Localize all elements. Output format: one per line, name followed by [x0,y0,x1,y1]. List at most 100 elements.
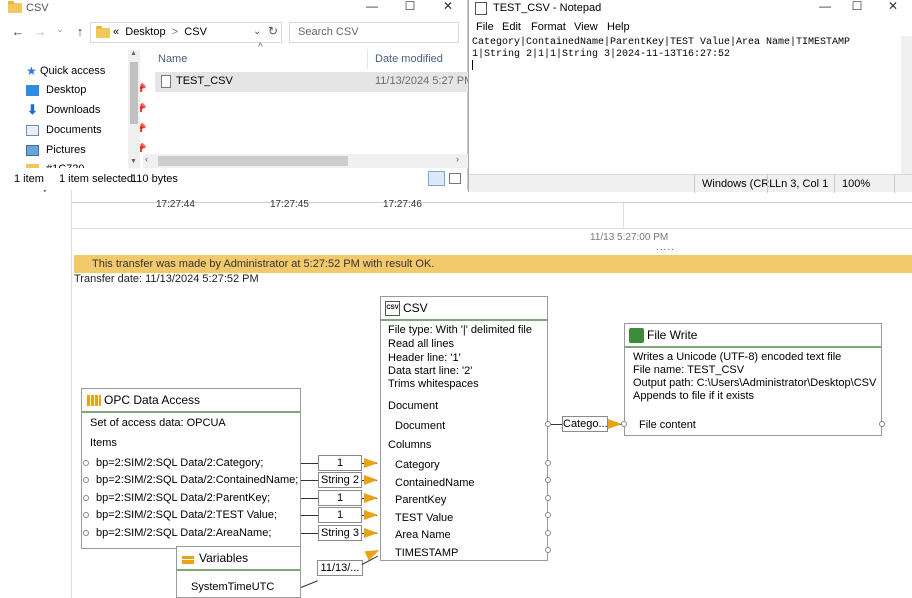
filewrite-content: File content [639,419,696,431]
folder-icon [8,1,22,13]
menu-edit[interactable]: Edit [502,21,521,33]
status-separator [834,175,835,193]
address-part[interactable]: CSV [184,26,207,38]
input-pin[interactable] [83,530,89,536]
input-pin[interactable] [83,477,89,483]
output-pin[interactable] [879,421,885,427]
forward-icon[interactable]: → [32,24,48,40]
notepad-scrollbar[interactable] [901,36,912,174]
variables-node[interactable]: Variables SystemTimeUTC [176,546,301,598]
maximize-button[interactable]: ☐ [837,0,877,14]
opc-item: bp=2:SIM/2:SQL Data/2:ContainedName; [96,474,299,486]
folder-icon [96,26,110,38]
input-pin[interactable] [83,495,89,501]
time-tick: 17:27:45 [270,199,309,210]
menu-help[interactable]: Help [607,21,630,33]
scroll-thumb[interactable] [158,156,348,166]
column-header-date[interactable]: Date modified [375,53,443,65]
nav-label: #1C720 [46,163,85,168]
file-row[interactable]: TEST_CSV 11/13/2024 5:27 PM [155,72,473,92]
input-pin[interactable] [83,460,89,466]
variables-node-header: Variables [177,547,300,571]
nav-label: Desktop [46,84,87,96]
scroll-up-icon[interactable]: ▲ [130,50,137,57]
value-box[interactable]: String 2 [318,472,362,488]
nav-pictures[interactable]: Pictures 📌 [20,141,146,161]
grid-line [623,203,624,229]
opc-item: bp=2:SIM/2:SQL Data/2:ParentKey; [96,492,271,504]
recent-dropdown-icon[interactable]: ⌄ [52,24,68,40]
variables-title: Variables [199,551,249,565]
close-button[interactable]: ✕ [428,0,468,14]
menu-file[interactable]: File [476,21,494,33]
csv-document-label: Document [388,400,439,412]
status-zoom: 100% [842,178,871,190]
file-hscrollbar[interactable]: ‹ › [143,154,468,168]
notepad-titlebar: TEST_CSV - Notepad — ☐ ✕ [469,0,912,18]
search-box[interactable]: Search CSV [289,22,459,43]
menu-format[interactable]: Format [531,21,566,33]
nav-label: Quick access [40,65,106,77]
csv-node[interactable]: CSV CSV File type: With '|' delimited fi… [380,296,548,561]
splitter-grip[interactable]: ..... [656,242,675,253]
scroll-down-icon[interactable]: ▼ [130,158,137,165]
value-box[interactable]: 1 [318,455,362,471]
back-icon[interactable]: ← [10,24,26,40]
tiles-view-icon[interactable] [449,173,461,184]
filewrite-node[interactable]: File Write Writes a Unicode (UTF-8) enco… [624,323,882,436]
notepad-text-area[interactable]: Category|ContainedName|ParentKey|TEST Va… [472,37,904,174]
status-position: Ln 3, Col 1 [775,178,829,190]
output-pin[interactable] [545,530,551,536]
nav-label: Pictures [46,144,86,156]
output-pin[interactable] [545,512,551,518]
opc-items-label: Items [90,437,117,449]
chevron-down-icon[interactable]: ⌄ [253,26,261,37]
address-bar[interactable]: « Desktop > CSV ⌄ ↻ [90,22,282,43]
nav-desktop[interactable]: Desktop 📌 [20,81,146,101]
notepad-icon [475,2,487,15]
address-prefix: « [113,26,120,38]
value-box[interactable]: 1 [318,490,362,506]
csv-document-pin: Document [395,420,446,432]
opc-node[interactable]: OPC Data Access Set of access data: OPCU… [81,388,301,549]
input-pin[interactable] [621,421,627,427]
nav-scrollbar[interactable]: ▲ ▼ [128,50,140,168]
nav-downloads[interactable]: ⬇ Downloads 📌 [20,101,146,121]
value-box[interactable]: 11/13/... [317,560,363,576]
opc-title: OPC Data Access [104,393,201,407]
text-line: 1|String 2|1|1|String 3|2024-11-13T16:27… [472,48,731,60]
value-box[interactable]: Catego... [562,416,608,432]
value-box[interactable]: 1 [318,507,362,523]
up-icon[interactable]: ↑ [72,24,88,40]
menu-view[interactable]: View [574,21,598,33]
output-pin[interactable] [545,495,551,501]
output-pin[interactable] [545,547,551,553]
output-pin[interactable] [545,477,551,483]
scroll-left-icon[interactable]: ‹ [145,154,148,164]
scroll-thumb[interactable] [130,62,138,124]
column-header-name[interactable]: Name [158,53,187,65]
csv-column: TIMESTAMP [395,547,459,559]
column-divider [367,49,368,69]
nav-quick-access[interactable]: ★ Quick access [20,62,130,82]
value-box[interactable]: String 3 [318,525,362,541]
maximize-button[interactable]: ☐ [390,0,430,14]
nav-folder[interactable]: #1C720 [20,160,130,168]
details-view-icon[interactable] [428,171,445,186]
variables-icon [182,553,194,564]
explorer-statusbar: 1 item 1 item selected 110 bytes [0,170,468,190]
explorer-title: CSV [26,2,49,14]
arrow-icon [364,545,382,561]
scroll-right-icon[interactable]: › [456,154,459,164]
refresh-icon[interactable]: ↻ [268,24,278,38]
close-button[interactable]: ✕ [873,0,912,14]
minimize-button[interactable]: — [352,0,392,14]
csv-column: Category [395,459,440,471]
transfer-date: Transfer date: 11/13/2024 5:27:52 PM [74,273,259,285]
output-pin[interactable] [545,460,551,466]
address-part[interactable]: Desktop [125,26,165,38]
input-pin[interactable] [83,512,89,518]
opc-icon [87,395,101,406]
nav-documents[interactable]: Documents 📌 [20,121,146,141]
search-input[interactable]: Search CSV [298,26,359,38]
